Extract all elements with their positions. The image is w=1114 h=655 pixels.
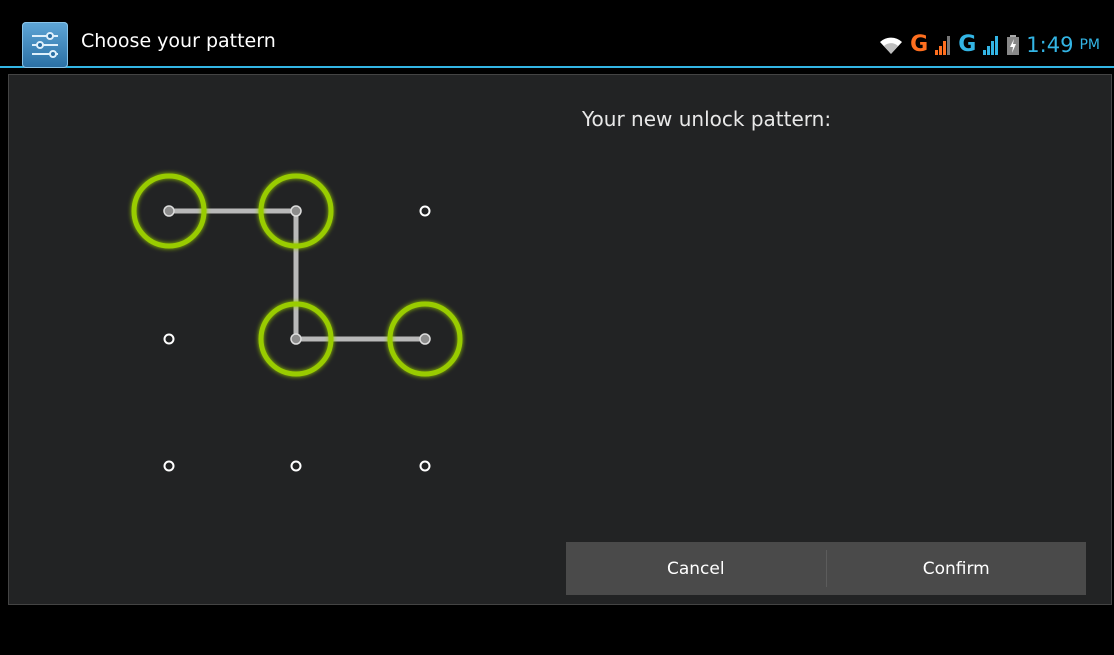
confirm-button[interactable]: Confirm (827, 542, 1087, 595)
pattern-dot-1 (163, 205, 175, 217)
pattern-dot-3 (419, 205, 431, 217)
button-bar: Cancel Confirm (566, 542, 1086, 595)
pattern-dot-2 (290, 205, 302, 217)
signal-icon-2 (983, 36, 999, 55)
clock-time: 1:49 (1026, 33, 1074, 57)
top-strip (0, 0, 1114, 10)
action-bar: Choose your pattern G G 1:49 PM (0, 10, 1114, 68)
pattern-dot-8 (290, 460, 302, 472)
pattern-dot-9 (419, 460, 431, 472)
clock-ampm: PM (1079, 37, 1100, 53)
signal-icon-1 (935, 36, 951, 55)
unlock-pattern-heading: Your new unlock pattern: (582, 107, 832, 131)
battery-charging-icon (1007, 35, 1020, 55)
settings-sliders-icon[interactable] (22, 22, 68, 68)
page-title: Choose your pattern (81, 30, 276, 52)
network-type-1: G (910, 32, 929, 57)
pattern-dot-7 (163, 460, 175, 472)
pattern-dot-5 (290, 333, 302, 345)
status-bar: G G 1:49 PM (878, 32, 1100, 58)
cancel-button[interactable]: Cancel (566, 542, 826, 595)
pattern-path (166, 208, 428, 342)
lock-pattern-grid[interactable] (9, 75, 549, 606)
navigation-bar (0, 606, 1114, 655)
network-type-2: G (958, 32, 977, 57)
pattern-panel: Your new unlock pattern: Cancel Confirm (8, 74, 1112, 605)
wifi-icon (880, 37, 903, 54)
pattern-dot-6 (419, 333, 431, 345)
pattern-dot-4 (163, 333, 175, 345)
